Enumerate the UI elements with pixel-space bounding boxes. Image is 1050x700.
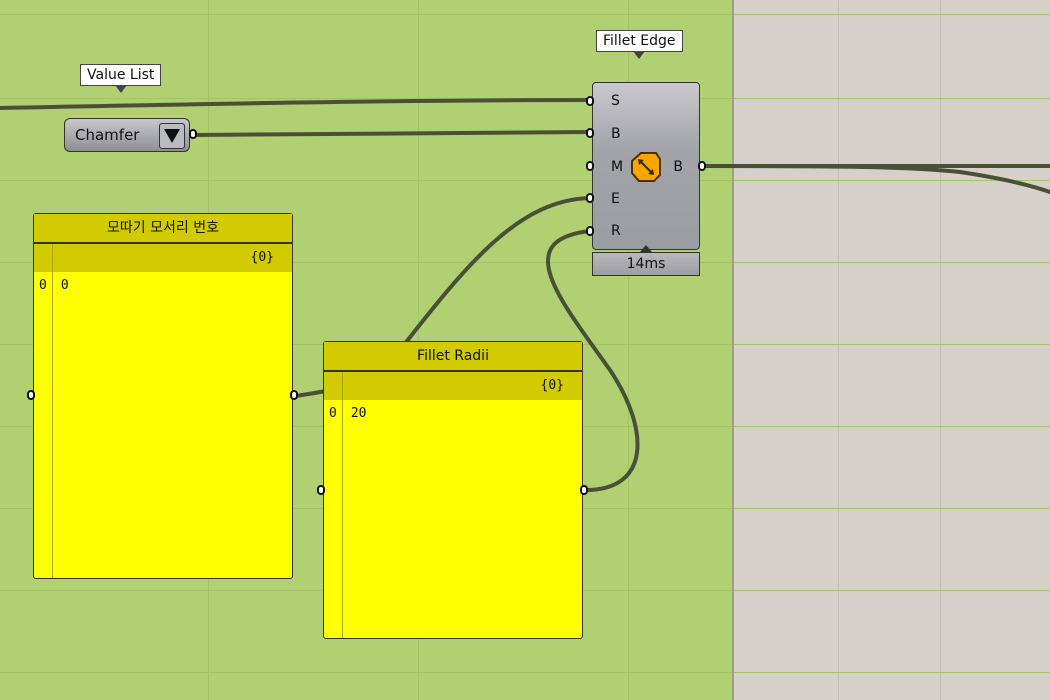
output-b-port[interactable] [698, 161, 706, 171]
panel-row-index: 0 [329, 406, 337, 421]
fillet-edge-tooltip-label: Fillet Edge [603, 33, 676, 49]
wire-b-output-curve[interactable] [702, 164, 1050, 194]
panel-fillet-radii-input-port[interactable] [317, 485, 325, 495]
panel-row-value: 20 [350, 406, 367, 421]
input-m-label: M [611, 159, 624, 175]
panel-row: 0 20 [329, 406, 366, 421]
value-list-tooltip: Value List [80, 64, 162, 93]
input-b-label: B [611, 126, 621, 142]
value-list-component[interactable]: Chamfer [64, 118, 190, 152]
input-r-label: R [611, 223, 621, 239]
wire-chamfer-to-m[interactable] [192, 130, 592, 137]
panel-edge-numbers-output-port[interactable] [290, 390, 298, 400]
input-s-label: S [611, 93, 620, 109]
value-list-tooltip-label: Value List [87, 67, 155, 83]
panel-branch-header: {0} [34, 244, 292, 272]
panel-title: Fillet Radii [324, 342, 582, 372]
panel-branch-path: {0} [250, 250, 274, 265]
panel-edge-numbers[interactable]: 모따기 모서리 번호 {0} 0 0 [33, 213, 293, 579]
panel-branch-header: {0} [324, 372, 582, 400]
input-e-port[interactable] [586, 193, 594, 203]
panel-title: 모따기 모서리 번호 [34, 214, 292, 244]
value-list-output-port[interactable] [189, 129, 197, 139]
input-b-port[interactable] [586, 128, 594, 138]
panel-fillet-radii-output-port[interactable] [580, 485, 588, 495]
panel-row-index: 0 [39, 278, 47, 293]
input-r-port[interactable] [586, 226, 594, 236]
panel-branch-path: {0} [540, 378, 564, 393]
output-b-label: B [673, 159, 683, 175]
input-e-label: E [611, 191, 620, 207]
wire-s-input[interactable] [0, 98, 592, 110]
value-list-selected: Chamfer [75, 126, 140, 144]
panel-row-value: 0 [60, 278, 69, 293]
input-s-port[interactable] [586, 96, 594, 106]
panel-fillet-radii[interactable]: Fillet Radii {0} 0 20 [323, 341, 583, 639]
fillet-edge-icon [631, 152, 661, 182]
panel-index-divider [52, 244, 53, 578]
panel-row: 0 0 [39, 278, 69, 293]
fillet-edge-component[interactable]: S B M E R B [592, 82, 700, 250]
input-m-port[interactable] [586, 161, 594, 171]
profiler-time: 14ms [626, 256, 666, 272]
dropdown-arrow-icon[interactable] [159, 123, 185, 149]
fillet-edge-tooltip: Fillet Edge [596, 30, 683, 59]
grasshopper-canvas[interactable]: Value List Chamfer Fillet Edge S B M E R… [0, 0, 1050, 700]
profiler-badge: 14ms [592, 245, 700, 276]
panel-edge-numbers-input-port[interactable] [27, 390, 35, 400]
